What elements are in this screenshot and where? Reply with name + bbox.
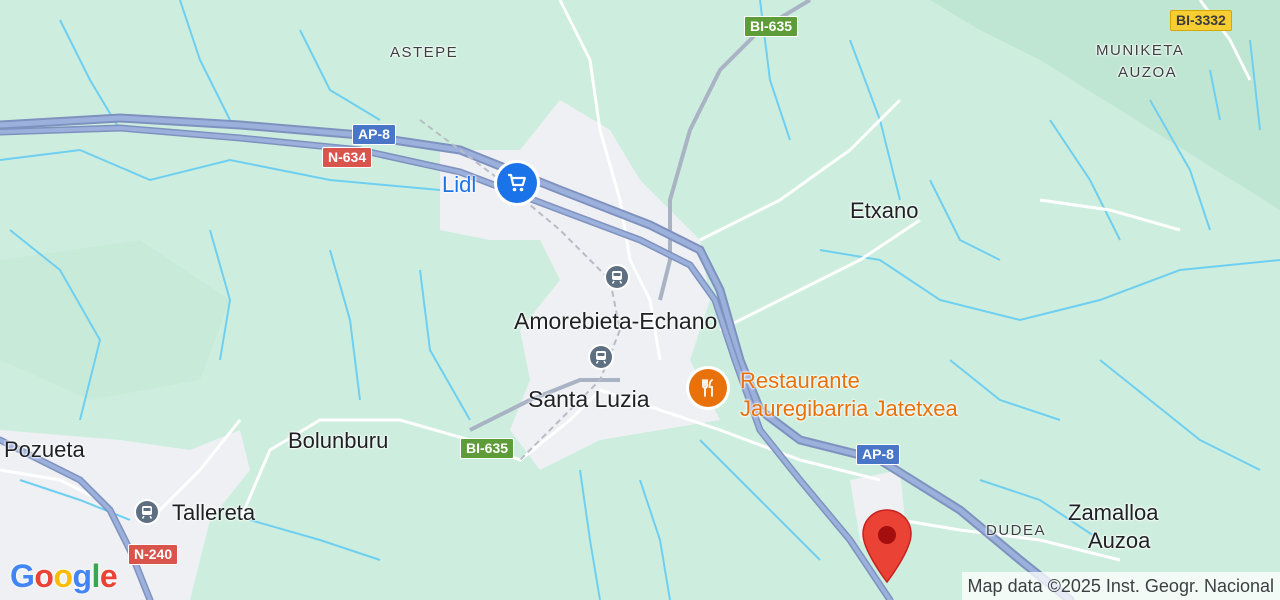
road-shield-bi3332: BI-3332: [1170, 10, 1232, 31]
train-icon: [141, 506, 153, 519]
road-shield-bi635-north: BI-635: [744, 16, 799, 37]
train-icon: [611, 271, 623, 284]
place-label-zamalloa-auzoa[interactable]: Auzoa: [1088, 528, 1150, 554]
logo-letter: g: [72, 558, 92, 594]
terrain-shade: [0, 240, 230, 400]
place-label-etxano[interactable]: Etxano: [850, 198, 919, 224]
restaurant-icon: [702, 379, 713, 397]
shopping-cart-icon: [508, 173, 526, 192]
place-label-bolunburu[interactable]: Bolunburu: [288, 428, 388, 454]
road-shield-n634: N-634: [322, 147, 373, 168]
logo-letter: o: [53, 558, 73, 594]
logo-letter: o: [34, 558, 54, 594]
place-label-zamalloa[interactable]: Zamalloa: [1068, 500, 1158, 526]
google-logo: Google: [10, 558, 118, 595]
place-label-amorebieta-echano[interactable]: Amorebieta-Echano: [514, 308, 717, 335]
poi-label-restaurant-line2[interactable]: Jauregibarria Jatetxea: [740, 396, 958, 422]
train-icon: [595, 351, 607, 364]
poi-marker-lidl[interactable]: [494, 160, 540, 206]
road-shield-ap8-west: AP-8: [352, 124, 396, 145]
place-label-dudea[interactable]: DUDEA: [986, 522, 1046, 539]
place-label-pozueta[interactable]: Pozueta: [4, 437, 85, 463]
station-label-tallereta[interactable]: Tallereta: [172, 500, 255, 526]
place-label-santa-luzia[interactable]: Santa Luzia: [528, 386, 649, 413]
logo-letter: e: [99, 558, 118, 594]
place-label-muniketa-auzoa[interactable]: AUZOA: [1118, 64, 1177, 81]
road-shield-ap8-east: AP-8: [856, 444, 900, 465]
station-marker-santa-luzia[interactable]: [588, 344, 614, 370]
map-canvas[interactable]: ASTEPE MUNIKETA AUZOA Etxano Amorebieta-…: [0, 0, 1280, 600]
terrain-shade: [930, 0, 1280, 210]
station-marker-amorebieta[interactable]: [604, 264, 630, 290]
poi-label-restaurant-line1[interactable]: Restaurante: [740, 368, 860, 394]
location-pin-icon[interactable]: [860, 508, 914, 584]
logo-letter: l: [91, 558, 101, 594]
road-shield-bi635-south: BI-635: [460, 438, 515, 459]
road-shield-n240: N-240: [128, 544, 179, 565]
station-marker-tallereta[interactable]: [134, 499, 160, 525]
logo-letter: G: [10, 558, 35, 594]
poi-label-lidl[interactable]: Lidl: [442, 172, 476, 198]
map-attribution[interactable]: Map data ©2025 Inst. Geogr. Nacional: [961, 572, 1280, 600]
place-label-astepe[interactable]: ASTEPE: [390, 44, 458, 61]
place-label-muniketa[interactable]: MUNIKETA: [1096, 42, 1184, 59]
poi-marker-restaurant[interactable]: [686, 366, 730, 410]
